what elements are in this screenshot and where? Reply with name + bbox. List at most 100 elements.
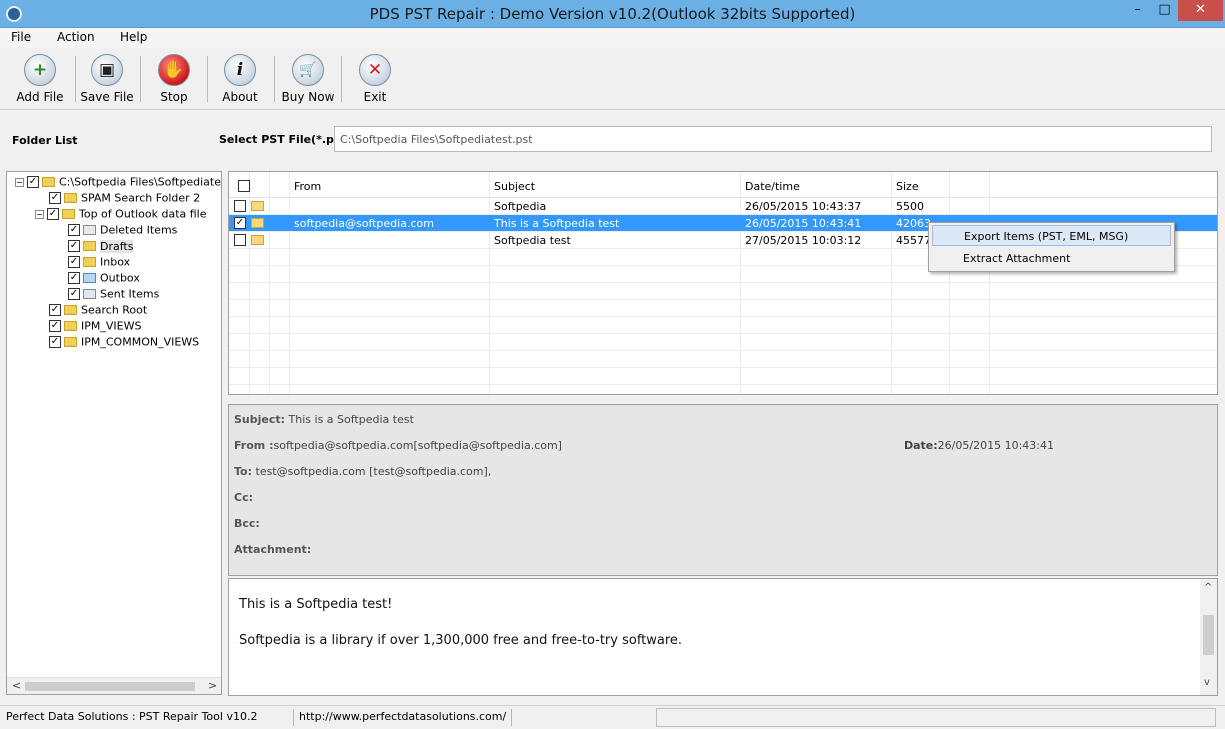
- tree-item-top-of-outlook[interactable]: − ✓ Top of Outlook data file: [35, 207, 207, 223]
- window-title: PDS PST Repair : Demo Version v10.2(Outl…: [369, 5, 856, 23]
- tree-item-root[interactable]: − ✓ C:\Softpedia Files\Softpediatest.: [15, 175, 221, 191]
- folder-icon: [64, 337, 77, 347]
- tree-item-ipm-common-views[interactable]: ✓ IPM_COMMON_VIEWS: [49, 335, 199, 351]
- tree-item-deleted-items[interactable]: ✓ Deleted Items: [68, 223, 177, 239]
- envelope-icon: [251, 235, 264, 245]
- status-separator: [293, 709, 294, 726]
- tree-item-inbox[interactable]: ✓ Inbox: [68, 255, 130, 271]
- subject-line: Subject: This is a Softpedia test: [234, 413, 414, 426]
- to-line: To: test@softpedia.com [test@softpedia.c…: [234, 465, 492, 478]
- attachment-line: Attachment:: [234, 543, 312, 556]
- table-row-empty: [229, 351, 1217, 368]
- message-grid[interactable]: From Subject Date/time Size Softpedia 26…: [228, 171, 1218, 395]
- checkbox[interactable]: ✓: [68, 224, 80, 236]
- checkbox[interactable]: ✓: [68, 240, 80, 252]
- toolbar: + Add File ▣ Save File ✋ Stop i About 🛒 …: [0, 48, 1225, 110]
- menu-extract-attachment[interactable]: Extract Attachment: [932, 248, 1171, 269]
- checkbox[interactable]: ✓: [49, 320, 61, 332]
- folder-icon: [64, 305, 77, 315]
- info-icon: i: [224, 54, 256, 86]
- stop-button[interactable]: ✋ Stop: [143, 54, 205, 108]
- checkbox[interactable]: ✓: [27, 176, 39, 188]
- row-checkbox[interactable]: ✓: [234, 217, 246, 229]
- context-menu: Export Items (PST, EML, MSG) Extract Att…: [928, 222, 1175, 272]
- checkbox[interactable]: ✓: [68, 256, 80, 268]
- toolbar-separator: [140, 56, 141, 102]
- exit-button[interactable]: ✕ Exit: [344, 54, 406, 108]
- status-bar: Perfect Data Solutions : PST Repair Tool…: [0, 705, 1225, 729]
- folder-icon: [62, 209, 75, 219]
- table-row-empty: [229, 368, 1217, 385]
- scroll-thumb[interactable]: [1203, 615, 1214, 655]
- status-url[interactable]: http://www.perfectdatasolutions.com/: [299, 710, 506, 723]
- scroll-thumb[interactable]: [25, 682, 195, 691]
- message-header-panel: Subject: This is a Softpedia test From :…: [228, 404, 1218, 576]
- row-checkbox[interactable]: [234, 234, 246, 246]
- tree-item-outbox[interactable]: ✓ Outbox: [68, 271, 140, 287]
- menu-action[interactable]: Action: [57, 30, 95, 44]
- stop-hand-icon: ✋: [158, 54, 190, 86]
- scroll-down-icon[interactable]: v: [1204, 677, 1210, 688]
- tree-item-ipm-views[interactable]: ✓ IPM_VIEWS: [49, 319, 141, 335]
- add-file-icon: +: [24, 54, 56, 86]
- checkbox[interactable]: ✓: [68, 272, 80, 284]
- menu-export-items[interactable]: Export Items (PST, EML, MSG): [932, 225, 1171, 246]
- menu-file[interactable]: File: [11, 30, 31, 44]
- column-datetime[interactable]: Date/time: [745, 180, 800, 193]
- floppy-disk-icon: ▣: [91, 54, 123, 86]
- save-file-button[interactable]: ▣ Save File: [76, 54, 138, 108]
- inbox-folder-icon: [83, 257, 96, 267]
- folder-tree[interactable]: − ✓ C:\Softpedia Files\Softpediatest. ✓ SPA…: [6, 171, 222, 695]
- table-row-empty: [229, 317, 1217, 334]
- from-line: From :softpedia@softpedia.com[softpedia@…: [234, 439, 562, 452]
- tree-item-sent-items[interactable]: ✓ Sent Items: [68, 287, 159, 303]
- message-body-panel[interactable]: This is a Softpedia test! Softpedia is a…: [228, 578, 1218, 696]
- title-bar: PDS PST Repair : Demo Version v10.2(Outl…: [0, 0, 1225, 28]
- row-checkbox[interactable]: [234, 200, 246, 212]
- collapse-icon[interactable]: −: [15, 177, 24, 187]
- body-line: Softpedia is a library if over 1,300,000…: [239, 633, 683, 648]
- checkbox[interactable]: ✓: [47, 208, 59, 220]
- drafts-folder-icon: [83, 241, 96, 251]
- close-button[interactable]: ✕: [1178, 0, 1223, 21]
- tree-item-drafts[interactable]: ✓ Drafts: [68, 239, 134, 255]
- select-all-checkbox[interactable]: [238, 180, 250, 192]
- folder-icon: [64, 321, 77, 331]
- minimize-button[interactable]: –: [1124, 0, 1151, 21]
- tree-item-spam-search[interactable]: ✓ SPAM Search Folder 2: [49, 191, 200, 207]
- exit-x-icon: ✕: [359, 54, 391, 86]
- tree-item-search-root[interactable]: ✓ Search Root: [49, 303, 147, 319]
- toolbar-separator: [274, 56, 275, 102]
- status-progress-box: [656, 708, 1216, 727]
- column-subject[interactable]: Subject: [494, 180, 535, 193]
- pst-path-input[interactable]: [334, 126, 1212, 152]
- buy-now-button[interactable]: 🛒 Buy Now: [277, 54, 339, 108]
- tree-horizontal-scrollbar[interactable]: < >: [7, 677, 221, 694]
- collapse-icon[interactable]: −: [35, 209, 44, 219]
- checkbox[interactable]: ✓: [68, 288, 80, 300]
- table-row[interactable]: Softpedia 26/05/2015 10:43:37 5500: [229, 198, 1217, 215]
- scroll-left-icon[interactable]: <: [12, 679, 21, 692]
- table-row-empty: [229, 300, 1217, 317]
- checkbox[interactable]: ✓: [49, 304, 61, 316]
- add-file-button[interactable]: + Add File: [9, 54, 71, 108]
- menu-bar: File Action Help: [0, 28, 1225, 48]
- grid-header: From Subject Date/time Size: [229, 172, 1217, 198]
- maximize-button[interactable]: □: [1151, 0, 1178, 21]
- scroll-up-icon[interactable]: ^: [1204, 582, 1212, 593]
- checkbox[interactable]: ✓: [49, 336, 61, 348]
- table-row-empty: [229, 334, 1217, 351]
- body-vertical-scrollbar[interactable]: ^ v: [1200, 579, 1217, 695]
- scroll-right-icon[interactable]: >: [208, 679, 217, 692]
- shopping-cart-icon: 🛒: [292, 54, 324, 86]
- recycle-folder-icon: [83, 225, 96, 235]
- column-size[interactable]: Size: [896, 180, 919, 193]
- menu-help[interactable]: Help: [120, 30, 147, 44]
- folder-icon: [64, 193, 77, 203]
- about-button[interactable]: i About: [209, 54, 271, 108]
- column-from[interactable]: From: [294, 180, 321, 193]
- sent-folder-icon: [83, 289, 96, 299]
- envelope-icon: [251, 201, 264, 211]
- envelope-icon: [251, 218, 264, 228]
- checkbox[interactable]: ✓: [49, 192, 61, 204]
